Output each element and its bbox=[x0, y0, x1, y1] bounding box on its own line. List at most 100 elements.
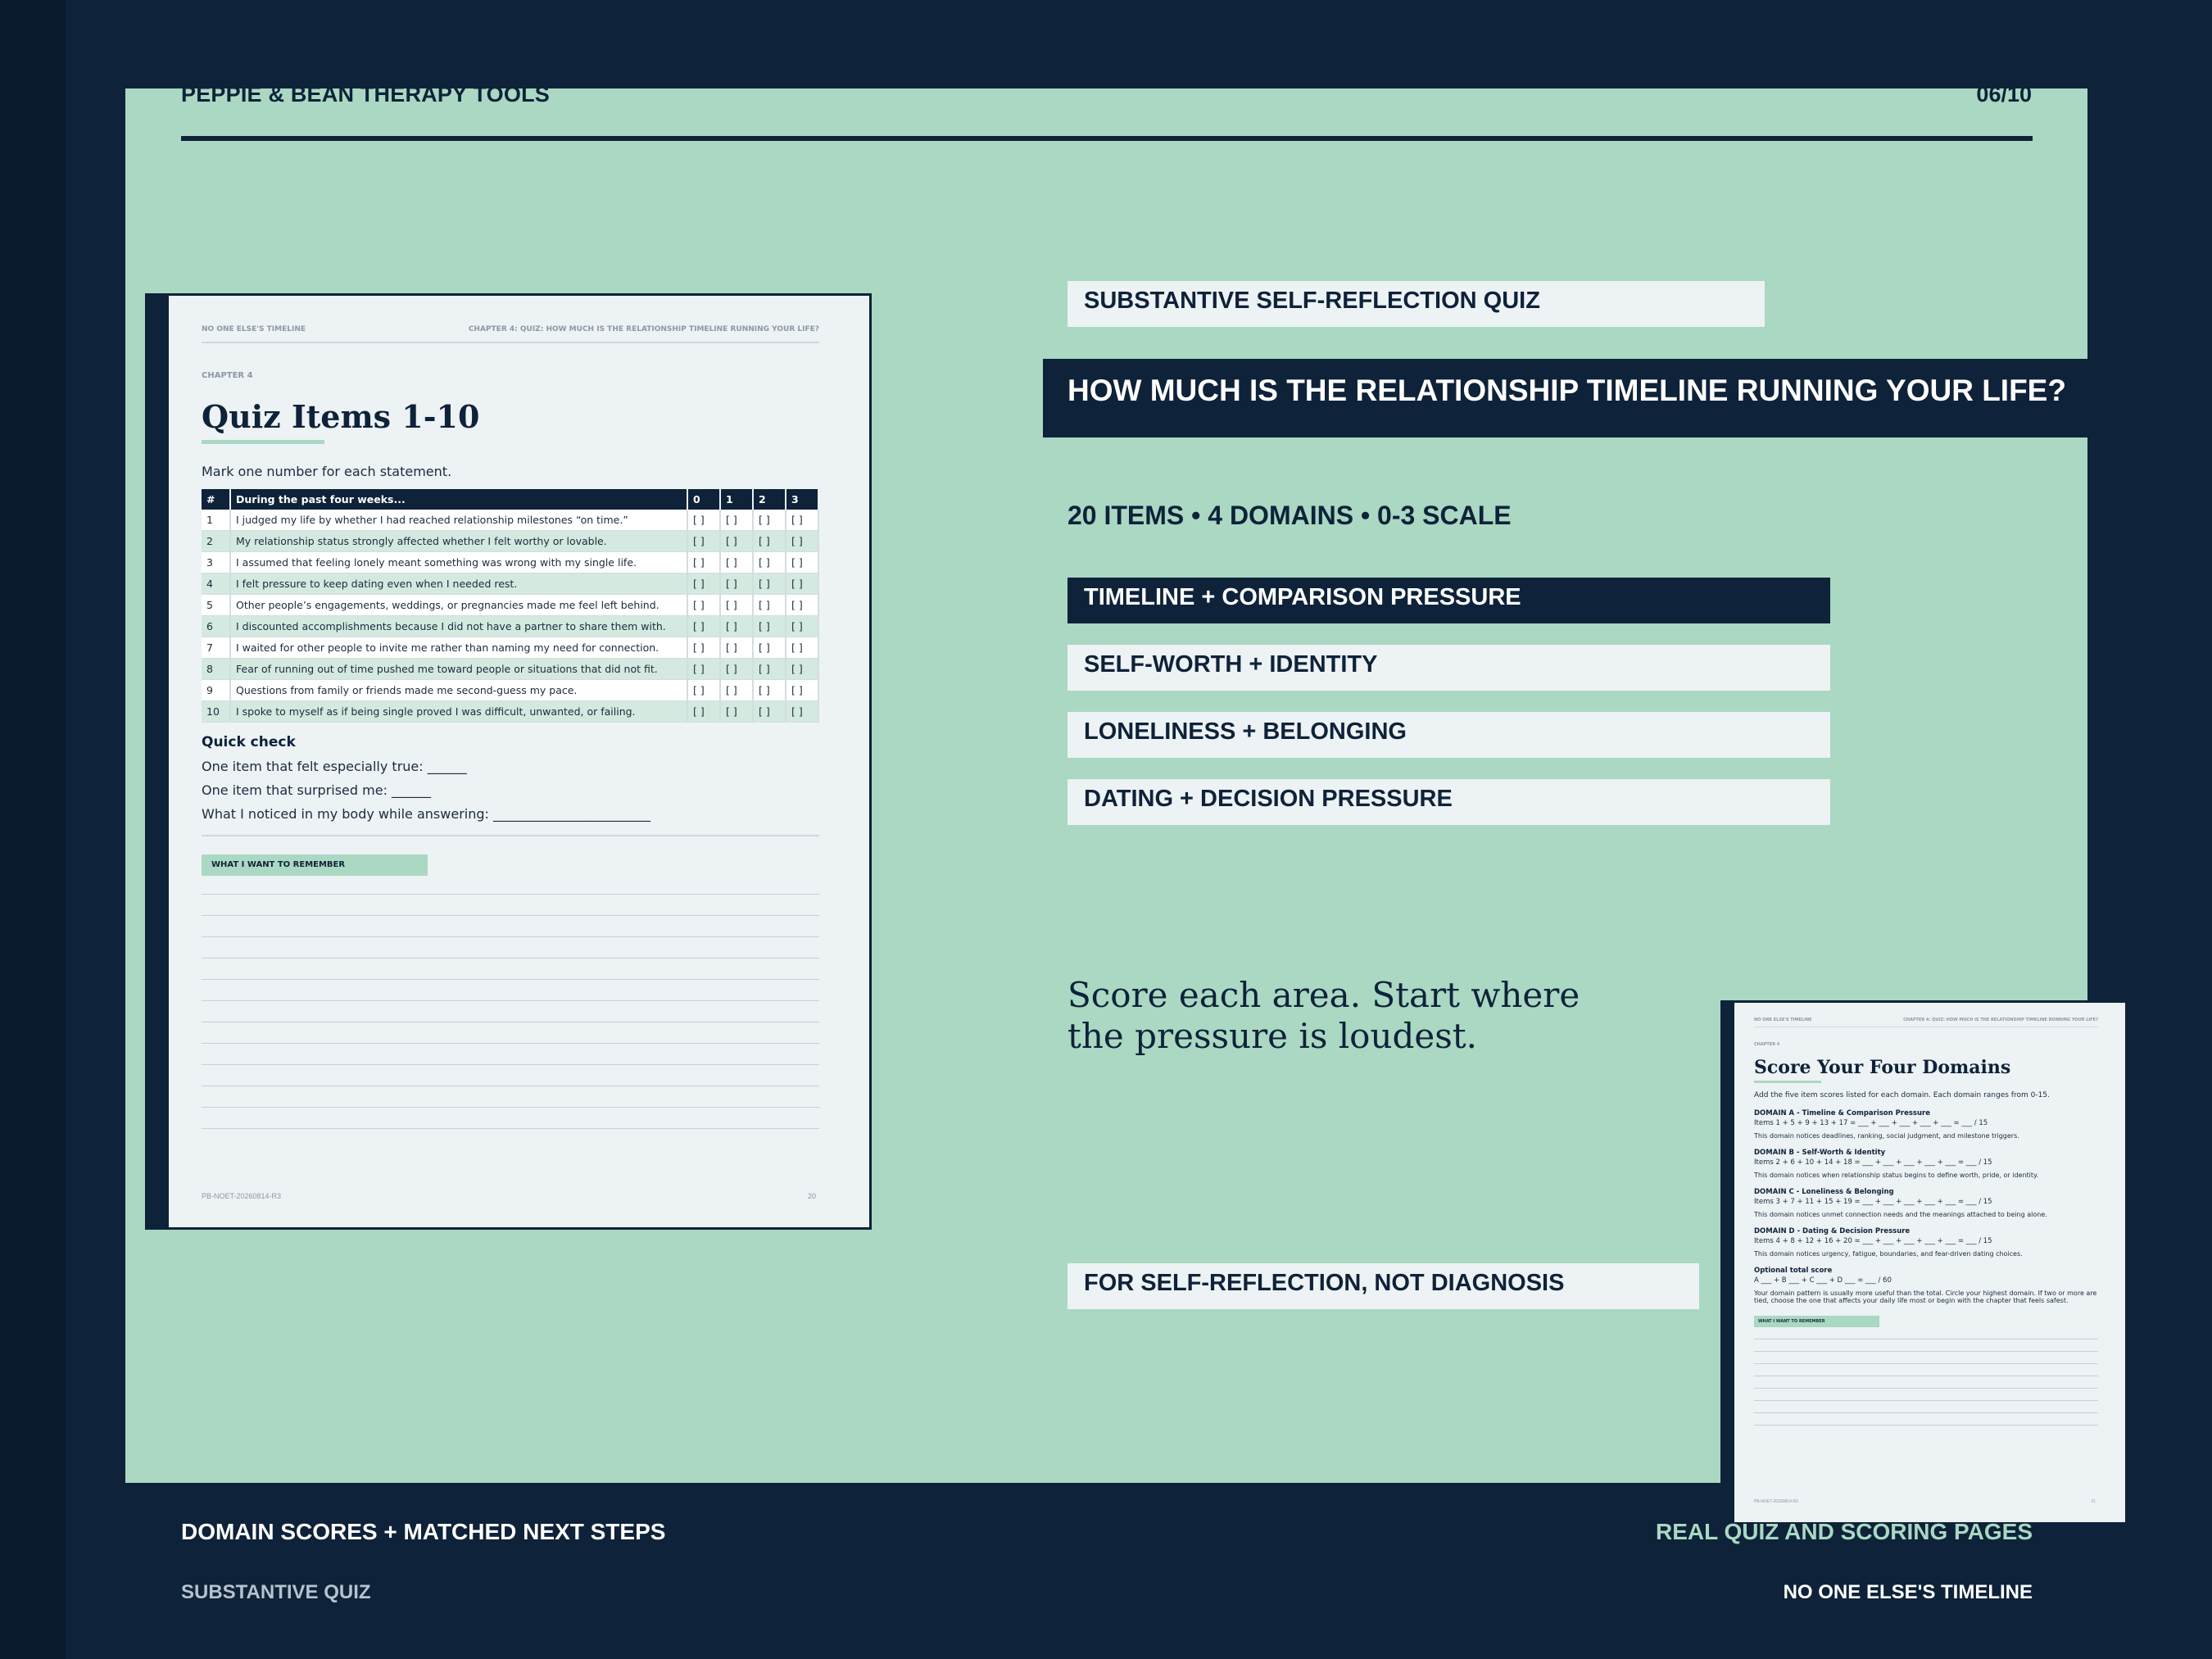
domain-score-line[interactable]: Items 2 + 6 + 10 + 14 + 18 = ___ + ___ +… bbox=[1754, 1158, 2098, 1167]
table-row: 3I assumed that feeling lonely meant som… bbox=[202, 551, 819, 573]
remember-label: WHAT I WANT TO REMEMBER bbox=[202, 854, 428, 876]
score-checkbox-0[interactable]: [ ] bbox=[687, 594, 721, 616]
item-text: I discounted accomplishments because I d… bbox=[230, 615, 688, 637]
item-number: 4 bbox=[202, 573, 231, 595]
title-underline bbox=[202, 440, 324, 444]
domain-score-title: DOMAIN C - Loneliness & Belonging bbox=[1754, 1188, 1894, 1196]
instructions: Mark one number for each statement. bbox=[202, 464, 452, 479]
domain-score-blocks: DOMAIN A - Timeline & Comparison Pressur… bbox=[1754, 1109, 2098, 1258]
score-checkbox-0[interactable]: [ ] bbox=[687, 679, 721, 701]
score-checkbox-0[interactable]: [ ] bbox=[687, 658, 721, 680]
domain-score-title: DOMAIN B - Self-Worth & Identity bbox=[1754, 1149, 1886, 1157]
score-checkbox-3[interactable]: [ ] bbox=[786, 615, 819, 637]
table-row: 8 Fear of running out of time pushed me t… bbox=[202, 658, 819, 680]
score-checkbox-3[interactable]: [ ] bbox=[786, 658, 819, 680]
score-checkbox-0[interactable]: [ ] bbox=[687, 573, 721, 595]
quick-check-prompt[interactable]: One item that felt especially true: ____… bbox=[202, 759, 819, 774]
domain-score-title: DOMAIN A - Timeline & Comparison Pressur… bbox=[1754, 1109, 1930, 1117]
item-number: 5 bbox=[202, 594, 231, 616]
score-checkbox-0[interactable]: [ ] bbox=[687, 615, 721, 637]
brand-name: PEPPIE & BEAN THERAPY TOOLS bbox=[181, 82, 550, 107]
score-checkbox-3[interactable]: [ ] bbox=[786, 700, 819, 723]
remember-label: WHAT I WANT TO REMEMBER bbox=[1754, 1316, 1879, 1327]
score-checkbox-3[interactable]: [ ] bbox=[786, 594, 819, 616]
score-checkbox-3[interactable]: [ ] bbox=[786, 510, 819, 531]
score-checkbox-2[interactable]: [ ] bbox=[753, 573, 786, 595]
score-checkbox-0[interactable]: [ ] bbox=[687, 551, 721, 573]
score-checkbox-0[interactable]: [ ] bbox=[687, 700, 721, 723]
disclaimer-label: FOR SELF-REFLECTION, NOT DIAGNOSIS bbox=[1067, 1263, 1699, 1309]
score-checkbox-0[interactable]: [ ] bbox=[687, 510, 721, 531]
footer-code: PB-NOET-20260814-R3 bbox=[1754, 1499, 1798, 1504]
score-checkbox-2[interactable]: [ ] bbox=[753, 530, 786, 552]
domain-item-loneliness: LONELINESS + BELONGING bbox=[1067, 712, 1830, 758]
total-score-note: Your domain pattern is usually more usef… bbox=[1754, 1290, 2097, 1304]
domain-score-line[interactable]: Items 3 + 7 + 11 + 15 + 19 = ___ + ___ +… bbox=[1754, 1198, 2098, 1206]
item-number: 7 bbox=[202, 637, 231, 659]
score-checkbox-2[interactable]: [ ] bbox=[753, 615, 786, 637]
chapter-label: CHAPTER 4 bbox=[202, 371, 253, 380]
footer-code: PB-NOET-20260814-R3 bbox=[202, 1192, 282, 1200]
item-number: 9 bbox=[202, 679, 231, 701]
table-row: 6I discounted accomplishments because I … bbox=[202, 615, 819, 637]
score-checkbox-1[interactable]: [ ] bbox=[720, 700, 754, 723]
domain-item-dating: DATING + DECISION PRESSURE bbox=[1067, 779, 1830, 825]
table-row: 5 Other people’s engagements, weddings, o… bbox=[202, 594, 819, 616]
score-checkbox-1[interactable]: [ ] bbox=[720, 594, 754, 616]
table-row: 7I waited for other people to invite me … bbox=[202, 637, 819, 659]
score-checkbox-2[interactable]: [ ] bbox=[753, 551, 786, 573]
score-checkbox-3[interactable]: [ ] bbox=[786, 551, 819, 573]
writing-lines[interactable] bbox=[202, 894, 819, 1129]
score-checkbox-2[interactable]: [ ] bbox=[753, 679, 786, 701]
score-checkbox-3[interactable]: [ ] bbox=[786, 573, 819, 595]
score-checkbox-0[interactable]: [ ] bbox=[687, 530, 721, 552]
header-rule bbox=[181, 136, 2033, 141]
writing-lines[interactable] bbox=[1754, 1339, 2098, 1426]
score-checkbox-1[interactable]: [ ] bbox=[720, 658, 754, 680]
running-header-left: NO ONE ELSE'S TIMELINE bbox=[202, 325, 306, 333]
score-checkbox-2[interactable]: [ ] bbox=[753, 594, 786, 616]
score-checkbox-1[interactable]: [ ] bbox=[720, 551, 754, 573]
item-text: My relationship status strongly affected… bbox=[230, 530, 688, 552]
slide-number: 06/10 bbox=[1976, 82, 2032, 107]
item-text: I judged my life by whether I had reache… bbox=[230, 510, 688, 531]
domain-score-line[interactable]: Items 1 + 5 + 9 + 13 + 17 = ___ + ___ + … bbox=[1754, 1119, 2098, 1127]
column-header: During the past four weeks... bbox=[230, 489, 688, 510]
score-checkbox-2[interactable]: [ ] bbox=[753, 658, 786, 680]
score-checkbox-3[interactable]: [ ] bbox=[786, 530, 819, 552]
item-number: 8 bbox=[202, 658, 231, 680]
footer-right-subtitle: NO ONE ELSE'S TIMELINE bbox=[1783, 1581, 2033, 1603]
score-checkbox-2[interactable]: [ ] bbox=[753, 700, 786, 723]
score-checkbox-1[interactable]: [ ] bbox=[720, 679, 754, 701]
score-checkbox-2[interactable]: [ ] bbox=[753, 637, 786, 659]
footer-right-title: REAL QUIZ AND SCORING PAGES bbox=[1656, 1519, 2033, 1544]
score-checkbox-3[interactable]: [ ] bbox=[786, 679, 819, 701]
total-score-line[interactable]: A ___ + B ___ + C ___ + D ___ = ___ / 60 bbox=[1754, 1276, 2098, 1285]
quick-check-title: Quick check bbox=[202, 734, 296, 750]
quiz-table-body: 1I judged my life by whether I had reach… bbox=[202, 510, 819, 723]
score-checkbox-0[interactable]: [ ] bbox=[687, 637, 721, 659]
title-underline bbox=[1754, 1081, 1821, 1083]
score-checkbox-1[interactable]: [ ] bbox=[720, 637, 754, 659]
column-header: 3 bbox=[786, 489, 819, 510]
quick-check-prompt[interactable]: What I noticed in my body while answerin… bbox=[202, 806, 819, 822]
page-running-header: NO ONE ELSE'S TIMELINE CHAPTER 4: QUIZ: … bbox=[202, 325, 819, 343]
quick-check-prompt[interactable]: One item that surprised me: ______ bbox=[202, 782, 819, 798]
table-row: 4I felt pressure to keep dating even whe… bbox=[202, 573, 819, 595]
score-checkbox-2[interactable]: [ ] bbox=[753, 510, 786, 531]
score-checkbox-1[interactable]: [ ] bbox=[720, 573, 754, 595]
item-text: Fear of running out of time pushed me to… bbox=[230, 658, 688, 680]
domain-score-line[interactable]: Items 4 + 8 + 12 + 16 + 20 = ___ + ___ +… bbox=[1754, 1237, 2098, 1245]
item-text: I waited for other people to invite me r… bbox=[230, 637, 688, 659]
score-checkbox-3[interactable]: [ ] bbox=[786, 637, 819, 659]
score-checkbox-1[interactable]: [ ] bbox=[720, 615, 754, 637]
score-checkbox-1[interactable]: [ ] bbox=[720, 530, 754, 552]
item-text: I assumed that feeling lonely meant some… bbox=[230, 551, 688, 573]
table-row: 10 I spoke to myself as if being single p… bbox=[202, 700, 819, 723]
chapter-label: CHAPTER 4 bbox=[1754, 1042, 1780, 1047]
domain-score-note: This domain notices urgency, fatigue, bo… bbox=[1754, 1250, 2023, 1258]
page-spine bbox=[1723, 1003, 1734, 1522]
domain-item-self-worth: SELF-WORTH + IDENTITY bbox=[1067, 645, 1830, 691]
score-checkbox-1[interactable]: [ ] bbox=[720, 510, 754, 531]
page-footer: PB-NOET-20260814-R3 21 bbox=[1754, 1499, 2096, 1504]
